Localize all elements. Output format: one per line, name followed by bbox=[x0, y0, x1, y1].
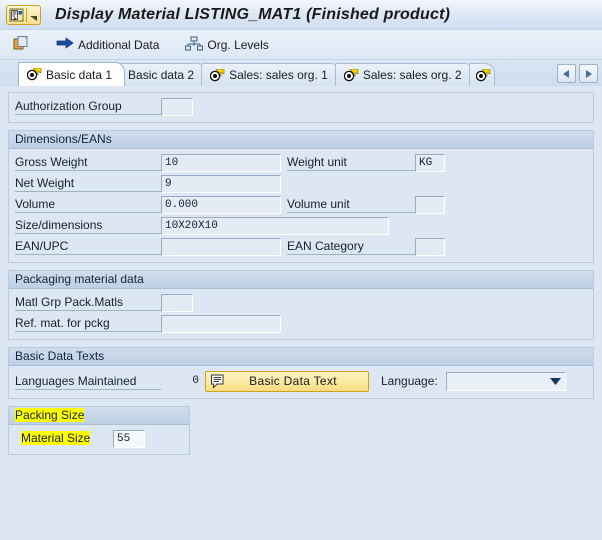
tab-basic-data-1-label: Basic data 1 bbox=[46, 67, 113, 82]
chevron-down-icon[interactable] bbox=[549, 377, 561, 385]
org-levels-icon bbox=[185, 36, 204, 54]
system-menu-divider bbox=[26, 7, 27, 22]
toolbar-copy-button[interactable] bbox=[8, 33, 35, 57]
volume-label: Volume bbox=[15, 196, 161, 213]
right-arrow-icon bbox=[56, 36, 74, 53]
material-size-input[interactable]: 55 bbox=[113, 429, 145, 448]
basic-data-texts-body: Languages Maintained 0 Basic Data Text L… bbox=[9, 366, 593, 398]
toolbar-org-levels-label: Org. Levels bbox=[207, 37, 269, 52]
net-weight-input[interactable]: 9 bbox=[161, 174, 281, 193]
ean-upc-label: EAN/UPC bbox=[15, 238, 161, 255]
weight-unit-input[interactable]: KG bbox=[415, 153, 445, 172]
tab-strip: Basic data 1 Basic data 2 Sales: sales o… bbox=[0, 60, 602, 86]
sap-menu-icon bbox=[8, 7, 25, 23]
copy-icon bbox=[13, 35, 30, 54]
authorization-group-label: Authorization Group bbox=[15, 98, 161, 115]
dimensions-header: Dimensions/EANs bbox=[9, 131, 593, 149]
section-authorization-group: Authorization Group bbox=[8, 92, 594, 123]
ean-category-input[interactable] bbox=[415, 237, 445, 256]
title-bar: Display Material LISTING_MAT1 (Finished … bbox=[0, 0, 602, 30]
gross-weight-input[interactable]: 10 bbox=[161, 153, 281, 172]
basic-data-text-button-label: Basic Data Text bbox=[249, 374, 337, 388]
application-toolbar: Additional Data Org. Levels bbox=[0, 30, 602, 60]
text-document-icon bbox=[208, 374, 226, 389]
toolbar-additional-data-label: Additional Data bbox=[78, 37, 160, 52]
tab-scroll-left-button[interactable] bbox=[557, 64, 576, 83]
row-net-weight: Net Weight 9 bbox=[9, 173, 593, 194]
tab-marker-icon bbox=[27, 68, 42, 81]
size-dimensions-input[interactable]: 10X20X10 bbox=[161, 216, 389, 235]
row-authorization-group: Authorization Group bbox=[9, 96, 593, 117]
size-dimensions-label: Size/dimensions bbox=[15, 217, 161, 234]
packaging-header: Packaging material data bbox=[9, 271, 593, 289]
tab-basic-data-2-label: Basic data 2 bbox=[128, 68, 195, 82]
tab-sales-org-1-label: Sales: sales org. 1 bbox=[229, 68, 328, 82]
material-size-label: Material Size bbox=[21, 430, 113, 447]
tab-scroll-right-button[interactable] bbox=[579, 64, 598, 83]
row-languages-maintained: Languages Maintained 0 Basic Data Text L… bbox=[9, 369, 593, 393]
ref-mat-for-pckg-input[interactable] bbox=[161, 314, 281, 333]
weight-unit-label: Weight unit bbox=[287, 154, 415, 171]
tab-marker-icon bbox=[210, 68, 225, 82]
tab-sales-org-1[interactable]: Sales: sales org. 1 bbox=[201, 63, 341, 86]
section-dimensions-eans: Dimensions/EANs Gross Weight 10 Weight u… bbox=[8, 130, 594, 263]
page-title: Display Material LISTING_MAT1 (Finished … bbox=[55, 5, 451, 23]
tab-scroll-controls bbox=[557, 64, 598, 83]
tab-sales-org-2[interactable]: Sales: sales org. 2 bbox=[334, 63, 475, 86]
chevron-right-icon bbox=[586, 69, 592, 78]
packing-size-header: Packing Size bbox=[9, 407, 189, 425]
toolbar-org-levels-button[interactable]: Org. Levels bbox=[180, 33, 273, 57]
section-packaging-material-data: Packaging material data Matl Grp Pack.Ma… bbox=[8, 270, 594, 340]
language-select[interactable] bbox=[445, 371, 566, 391]
basic-data-texts-header: Basic Data Texts bbox=[9, 348, 593, 366]
basic-data-text-button[interactable]: Basic Data Text bbox=[205, 370, 369, 392]
volume-unit-input[interactable] bbox=[415, 195, 445, 214]
packaging-body: Matl Grp Pack.Matls Ref. mat. for pckg bbox=[9, 289, 593, 339]
material-size-label-text: Material Size bbox=[21, 431, 91, 445]
toolbar-additional-data-button[interactable]: Additional Data bbox=[51, 33, 164, 57]
section-basic-data-texts: Basic Data Texts Languages Maintained 0 … bbox=[8, 347, 594, 399]
system-menu-button[interactable] bbox=[6, 4, 41, 25]
dimensions-body: Gross Weight 10 Weight unit KG Net Weigh… bbox=[9, 149, 593, 262]
net-weight-label: Net Weight bbox=[15, 175, 161, 192]
tab-basic-data-2[interactable]: Basic data 2 bbox=[119, 63, 208, 86]
row-matl-grp-pack-matls: Matl Grp Pack.Matls bbox=[9, 292, 593, 313]
volume-input[interactable]: 0.000 bbox=[161, 195, 281, 214]
language-label: Language: bbox=[381, 374, 438, 388]
ean-category-label: EAN Category bbox=[287, 238, 415, 255]
packing-size-body: Material Size 55 bbox=[9, 425, 189, 454]
row-material-size: Material Size 55 bbox=[9, 428, 189, 449]
tab-next-partial[interactable] bbox=[468, 63, 495, 86]
matl-grp-pack-matls-label: Matl Grp Pack.Matls bbox=[15, 294, 161, 311]
languages-maintained-label: Languages Maintained bbox=[15, 373, 161, 390]
tab-basic-data-1[interactable]: Basic data 1 bbox=[18, 62, 126, 86]
ean-upc-input[interactable] bbox=[161, 237, 281, 256]
row-ref-mat-for-pckg: Ref. mat. for pckg bbox=[9, 313, 593, 334]
authorization-group-input[interactable] bbox=[161, 97, 193, 116]
tab-marker-icon bbox=[343, 68, 359, 82]
row-size-dimensions: Size/dimensions 10X20X10 bbox=[9, 215, 593, 236]
row-gross-weight: Gross Weight 10 Weight unit KG bbox=[9, 152, 593, 173]
ref-mat-for-pckg-label: Ref. mat. for pckg bbox=[15, 315, 161, 332]
row-volume: Volume 0.000 Volume unit bbox=[9, 194, 593, 215]
matl-grp-pack-matls-input[interactable] bbox=[161, 293, 193, 312]
tab-marker-icon bbox=[475, 68, 491, 82]
main-content: Authorization Group Dimensions/EANs Gros… bbox=[0, 86, 602, 540]
packing-size-header-label: Packing Size bbox=[15, 408, 85, 422]
section-packing-size: Packing Size Material Size 55 bbox=[8, 406, 190, 455]
chevron-left-icon bbox=[563, 69, 569, 78]
languages-maintained-count: 0 bbox=[192, 375, 199, 387]
gross-weight-label: Gross Weight bbox=[15, 154, 161, 171]
volume-unit-label: Volume unit bbox=[287, 196, 415, 213]
tab-sales-org-2-label: Sales: sales org. 2 bbox=[362, 68, 462, 82]
authorization-group-body: Authorization Group bbox=[9, 93, 593, 122]
caret-down-icon[interactable] bbox=[28, 7, 39, 23]
row-ean-upc: EAN/UPC EAN Category bbox=[9, 236, 593, 257]
